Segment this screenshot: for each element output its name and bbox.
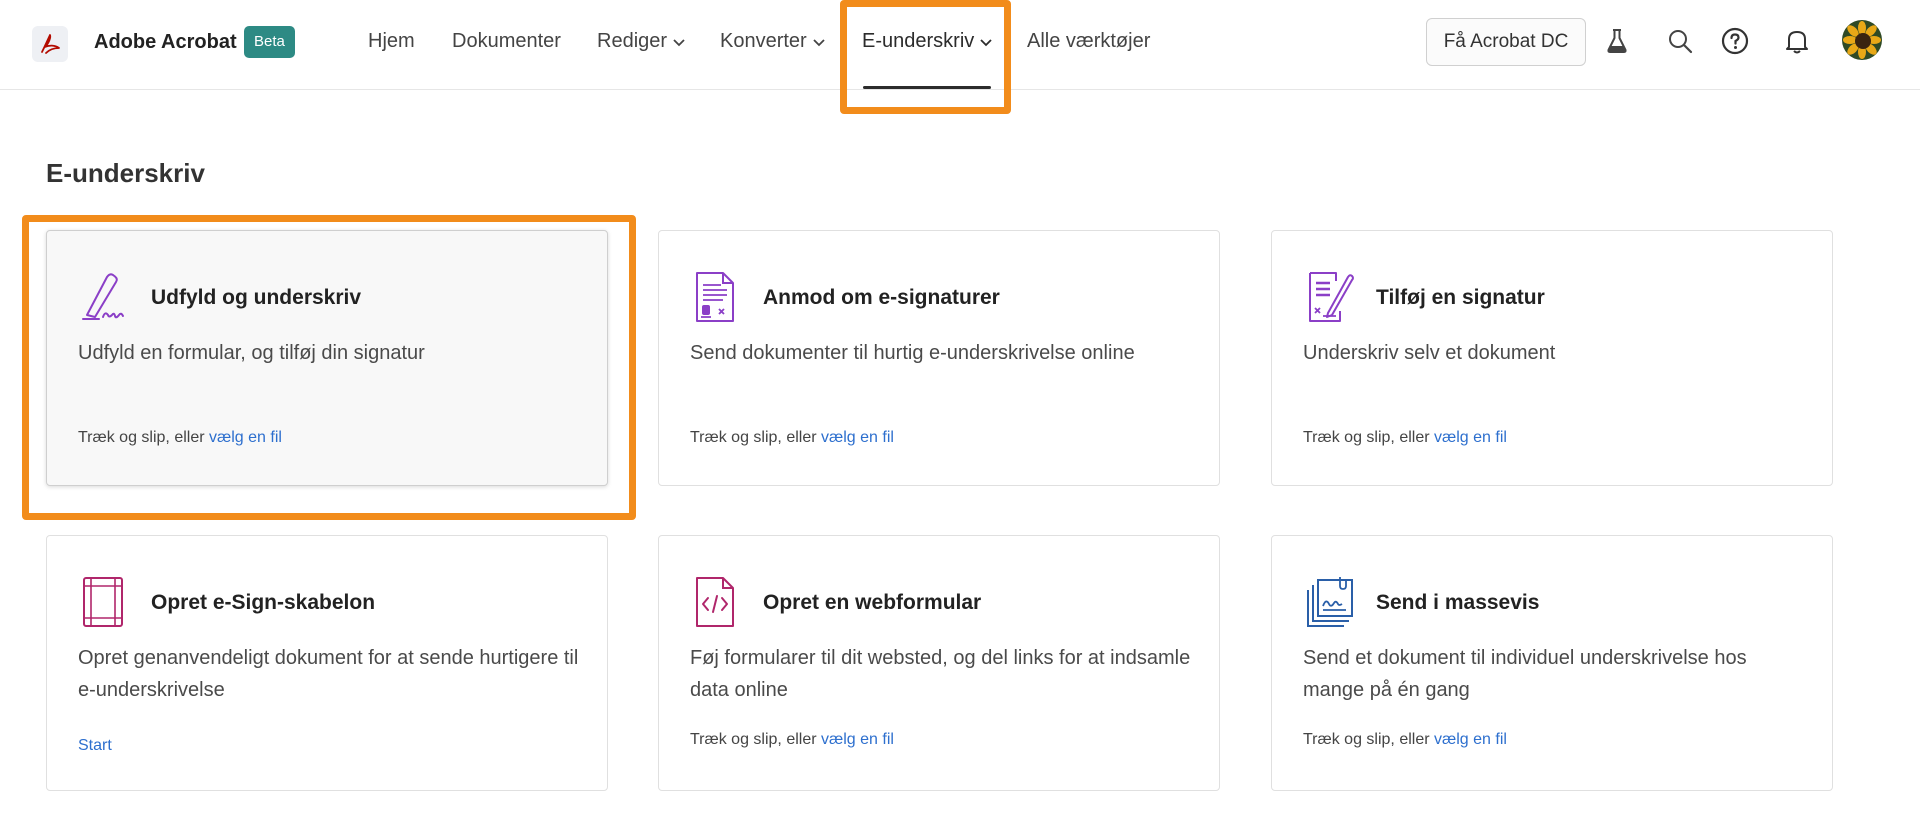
nav-alle-vaerktoejer-label: Alle værktøjer	[1027, 30, 1151, 52]
flask-icon[interactable]	[1600, 24, 1634, 58]
choose-file-link[interactable]: vælg en fil	[209, 429, 282, 446]
nav-hjem-label: Hjem	[368, 30, 415, 52]
card-description: Underskriv selv et dokument	[1303, 342, 1556, 364]
drag-drop-text: Træk og slip, eller	[1303, 731, 1430, 748]
help-icon[interactable]	[1718, 24, 1752, 58]
card-title: Send i massevis	[1376, 591, 1540, 614]
nav-rediger-label: Rediger	[597, 30, 668, 52]
drag-drop-text: Træk og slip, eller	[1303, 429, 1430, 446]
card-title: Udfyld og underskriv	[151, 286, 362, 309]
choose-file-link[interactable]: vælg en fil	[1434, 429, 1507, 446]
card-description: Send et dokument til individuel underskr…	[1303, 647, 1747, 701]
search-icon[interactable]	[1663, 24, 1697, 58]
avatar[interactable]	[1842, 20, 1882, 60]
top-bar: Adobe Acrobat Beta Hjem Dokumenter Redig…	[0, 0, 1920, 114]
chevron-down-icon	[813, 30, 825, 53]
nav-dokumenter[interactable]: Dokumenter	[452, 30, 561, 53]
bulk-send-icon	[1306, 576, 1353, 628]
card-footer: Træk og slip, eller vælg en fil	[78, 429, 282, 447]
web-form-icon	[693, 576, 739, 628]
template-icon	[81, 576, 127, 628]
start-link[interactable]: Start	[78, 737, 112, 754]
nav-hjem[interactable]: Hjem	[368, 30, 415, 53]
nav-rediger[interactable]: Rediger	[597, 30, 685, 53]
card-create-e-sign-template[interactable]: Opret e-Sign-skabelon Opret genanvendeli…	[46, 535, 608, 791]
chevron-down-icon	[673, 30, 685, 53]
acrobat-logo-icon[interactable]	[32, 26, 68, 62]
chevron-down-icon	[980, 30, 992, 53]
card-description: Udfyld en formular, og tilføj din signat…	[78, 342, 425, 364]
card-footer: Træk og slip, eller vælg en fil	[1303, 731, 1507, 749]
card-request-e-signatures[interactable]: Anmod om e-signaturer Send dokumenter ti…	[658, 230, 1220, 486]
beta-badge: Beta	[244, 26, 295, 58]
card-send-in-bulk[interactable]: Send i massevis Send et dokument til ind…	[1271, 535, 1833, 791]
card-footer: Træk og slip, eller vælg en fil	[690, 429, 894, 447]
card-footer: Træk og slip, eller vælg en fil	[1303, 429, 1507, 447]
card-title: Opret en webformular	[763, 591, 982, 614]
get-acrobat-dc-button[interactable]: Få Acrobat DC	[1426, 18, 1586, 66]
nav-e-underskriv[interactable]: E-underskriv	[862, 30, 992, 53]
choose-file-link[interactable]: vælg en fil	[821, 429, 894, 446]
card-fill-and-sign[interactable]: Udfyld og underskriv Udfyld en formular,…	[46, 230, 608, 486]
card-description: Send dokumenter til hurtig e-underskrive…	[690, 342, 1135, 364]
card-footer: Træk og slip, eller vælg en fil	[690, 731, 894, 749]
request-signature-icon	[693, 271, 739, 323]
card-footer: Start	[78, 737, 112, 755]
card-create-web-form[interactable]: Opret en webformular Føj formularer til …	[658, 535, 1220, 791]
card-description: Føj formularer til dit websted, og del l…	[690, 647, 1191, 701]
bell-icon[interactable]	[1780, 24, 1814, 58]
card-add-signature[interactable]: Tilføj en signatur Underskriv selv et do…	[1271, 230, 1833, 486]
drag-drop-text: Træk og slip, eller	[690, 731, 817, 748]
app-name: Adobe Acrobat	[94, 31, 237, 53]
choose-file-link[interactable]: vælg en fil	[821, 731, 894, 748]
add-signature-icon	[1306, 271, 1354, 323]
drag-drop-text: Træk og slip, eller	[690, 429, 817, 446]
fill-sign-icon	[81, 271, 127, 323]
card-description: Opret genanvendeligt dokument for at sen…	[78, 647, 579, 701]
nav-highlight-box	[840, 0, 1011, 114]
nav-e-underskriv-label: E-underskriv	[862, 30, 975, 52]
card-title: Opret e-Sign-skabelon	[151, 591, 376, 614]
page-title: E-underskriv	[46, 158, 205, 188]
nav-dokumenter-label: Dokumenter	[452, 30, 561, 52]
card-title: Tilføj en signatur	[1376, 286, 1545, 309]
nav-alle-vaerktoejer[interactable]: Alle værktøjer	[1027, 30, 1150, 53]
nav-active-indicator	[863, 86, 991, 89]
nav-konverter[interactable]: Konverter	[720, 30, 825, 53]
card-title: Anmod om e-signaturer	[763, 286, 1000, 309]
drag-drop-text: Træk og slip, eller	[78, 429, 205, 446]
nav-konverter-label: Konverter	[720, 30, 807, 52]
choose-file-link[interactable]: vælg en fil	[1434, 731, 1507, 748]
